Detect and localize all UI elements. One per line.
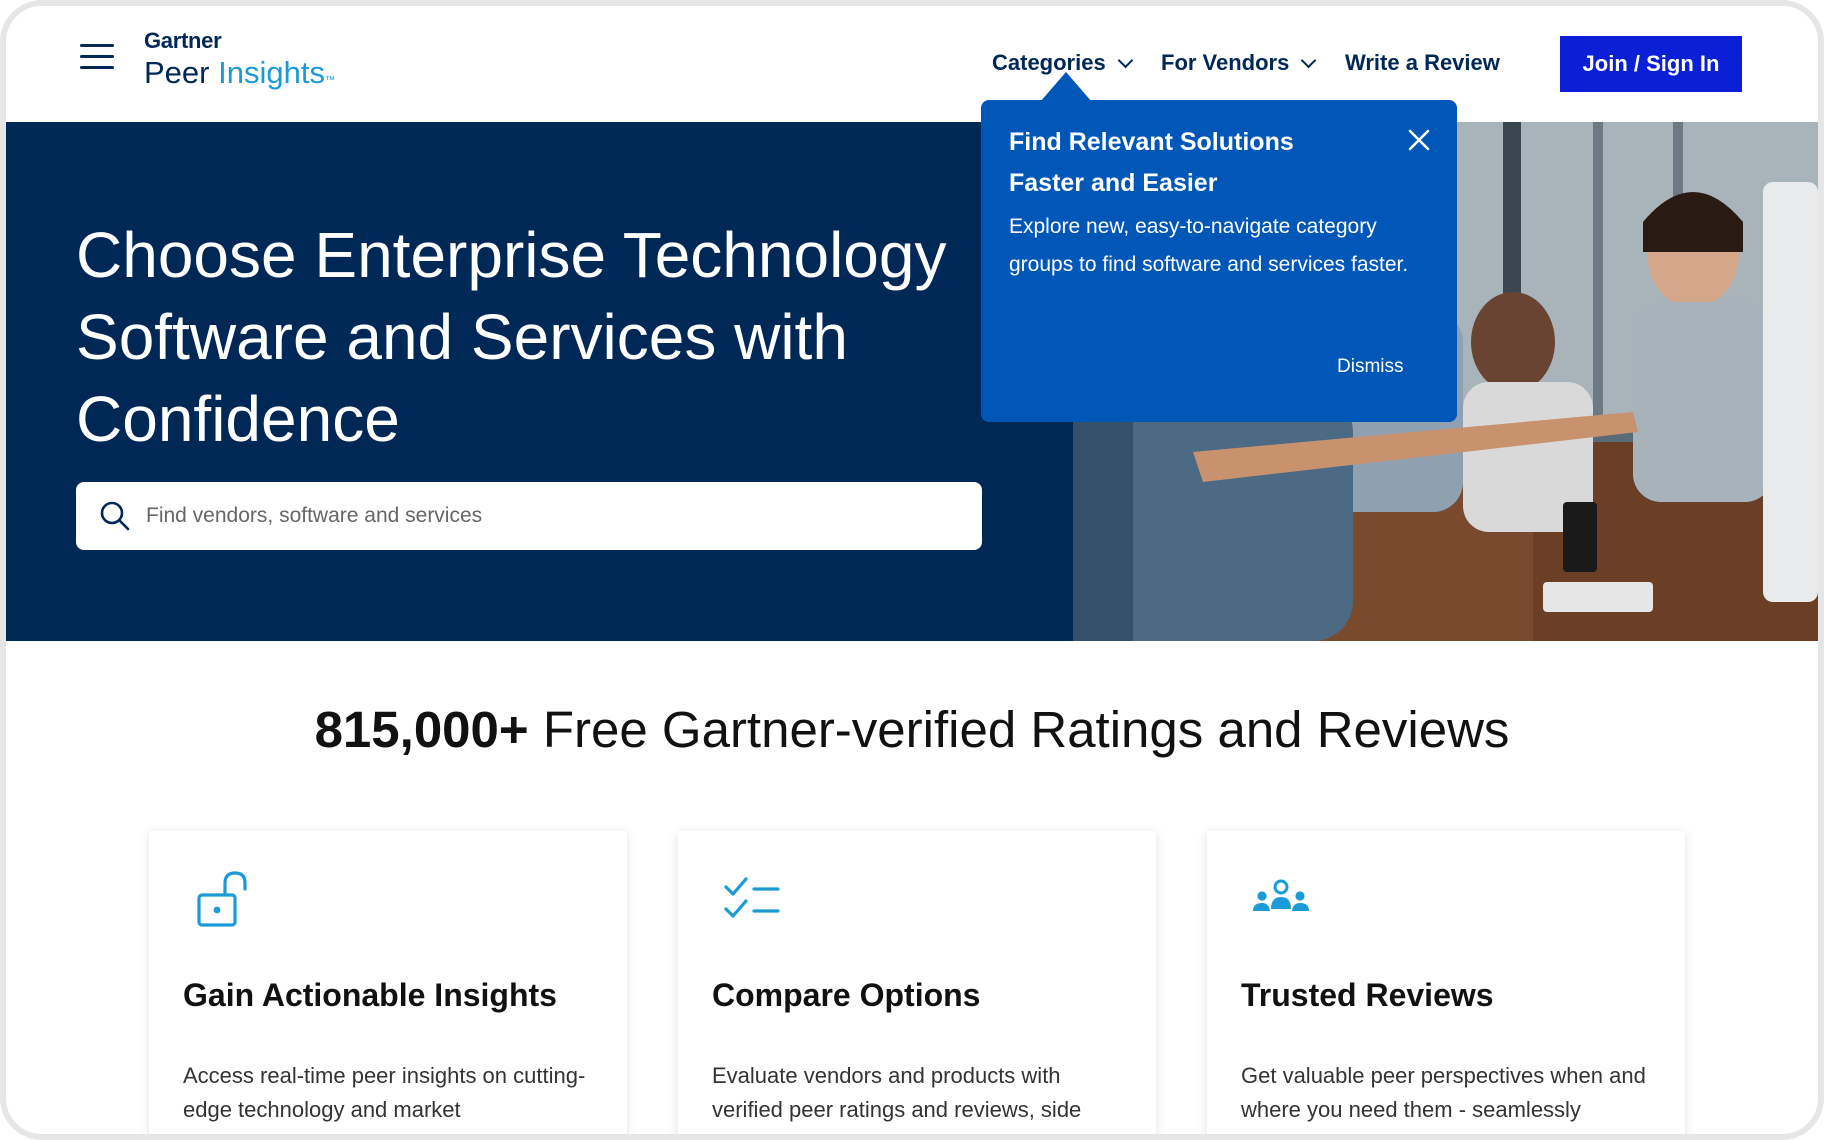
search-input[interactable] <box>146 504 966 528</box>
ratings-count: 815,000+ <box>314 701 529 758</box>
card-title: Gain Actionable Insights <box>183 977 557 1013</box>
nav-for-vendors-label: For Vendors <box>1161 50 1290 75</box>
unlock-icon <box>197 871 247 927</box>
categories-popover: Find Relevant Solutions Faster and Easie… <box>981 100 1457 422</box>
card-text: Evaluate vendors and products with verif… <box>712 1063 1082 1122</box>
chevron-down-icon <box>1117 52 1133 68</box>
logo-brand: Gartner <box>144 28 222 53</box>
hero-section: Choose Enterprise Technology Software an… <box>6 122 1818 641</box>
search-box[interactable] <box>76 482 982 550</box>
checklist-icon <box>724 877 780 918</box>
card-title: Trusted Reviews <box>1241 977 1494 1013</box>
popover-body: Explore new, easy-to-navigate category g… <box>1009 215 1409 276</box>
card-title: Compare Options <box>712 977 981 1013</box>
group-icon <box>1253 879 1309 911</box>
logo-product: Peer Insights™ <box>144 56 335 98</box>
logo-product-peer: Peer <box>144 55 219 90</box>
ratings-label: Free Gartner-verified Ratings and Review… <box>528 701 1510 758</box>
popover-arrow <box>1040 72 1092 102</box>
card-text: Access real-time peer insights on cuttin… <box>183 1063 586 1122</box>
feature-card: Gain Actionable Insights Access real-tim… <box>149 831 627 1134</box>
feature-card: Compare Options Evaluate vendors and pro… <box>678 831 1156 1134</box>
logo[interactable]: Gartner Peer Insights™ <box>144 28 335 98</box>
nav-write-review[interactable]: Write a Review <box>1345 50 1500 76</box>
ratings-headline: 815,000+ Free Gartner-verified Ratings a… <box>6 700 1818 759</box>
chevron-down-icon <box>1301 52 1317 68</box>
card-text: Get valuable peer perspectives when and … <box>1241 1063 1646 1122</box>
browser-frame: Gartner Peer Insights™ Categories For Ve… <box>0 0 1824 1140</box>
nav-for-vendors[interactable]: For Vendors <box>1161 50 1317 76</box>
search-icon <box>100 501 130 531</box>
close-icon[interactable] <box>1405 126 1433 154</box>
popover-title: Find Relevant Solutions Faster and Easie… <box>1009 128 1294 197</box>
menu-icon[interactable] <box>80 44 114 72</box>
feature-card: Trusted Reviews Get valuable peer perspe… <box>1207 831 1685 1134</box>
logo-product-insights: Insights <box>218 55 325 90</box>
site-header: Gartner Peer Insights™ Categories For Ve… <box>6 6 1818 116</box>
join-sign-in-button[interactable]: Join / Sign In <box>1560 36 1742 92</box>
nav-write-review-label: Write a Review <box>1345 50 1500 75</box>
dismiss-button[interactable]: Dismiss <box>1337 356 1404 378</box>
hero-title: Choose Enterprise Technology Software an… <box>76 219 947 455</box>
logo-trademark: ™ <box>324 75 335 86</box>
